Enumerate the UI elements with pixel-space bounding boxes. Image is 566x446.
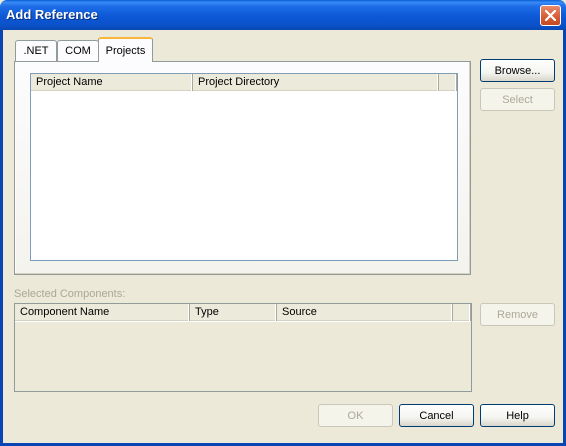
column-header-source[interactable]: Source — [277, 304, 453, 321]
projects-list[interactable]: Project Name Project Directory — [30, 73, 458, 261]
window-title: Add Reference — [6, 7, 98, 22]
help-button[interactable]: Help — [480, 404, 555, 427]
tab-label: Projects — [105, 44, 146, 57]
column-header-component-name[interactable]: Component Name — [15, 304, 190, 321]
column-header-filler — [453, 304, 471, 321]
select-button-label: Select — [502, 93, 533, 106]
tab-net[interactable]: .NET — [15, 40, 57, 61]
tab-panel-projects: Project Name Project Directory — [14, 61, 471, 275]
ok-button-label: OK — [347, 409, 364, 422]
help-button-label: Help — [506, 409, 529, 422]
cancel-button[interactable]: Cancel — [399, 404, 474, 427]
browse-button[interactable]: Browse... — [480, 59, 555, 82]
tab-projects[interactable]: Projects — [98, 37, 153, 62]
selected-components-label: Selected Components: — [14, 288, 126, 300]
browse-button-label: Browse... — [494, 64, 541, 77]
selected-components-list[interactable]: Component Name Type Source — [14, 303, 472, 392]
select-button[interactable]: Select — [480, 88, 555, 111]
column-header-project-name[interactable]: Project Name — [31, 74, 193, 91]
tab-com[interactable]: COM — [57, 40, 99, 61]
close-button[interactable] — [540, 5, 561, 26]
column-header-type[interactable]: Type — [190, 304, 277, 321]
selected-components-header: Component Name Type Source — [15, 304, 471, 321]
title-bar[interactable]: Add Reference — [0, 0, 566, 30]
ok-button[interactable]: OK — [318, 404, 393, 427]
cancel-button-label: Cancel — [419, 409, 454, 422]
column-header-project-directory[interactable]: Project Directory — [193, 74, 439, 91]
projects-list-header: Project Name Project Directory — [31, 74, 457, 91]
tab-label: .NET — [23, 45, 49, 57]
column-header-filler — [439, 74, 457, 91]
remove-button-label: Remove — [497, 308, 538, 321]
remove-button[interactable]: Remove — [480, 303, 555, 326]
close-icon — [545, 10, 556, 21]
tab-label: COM — [65, 45, 91, 57]
selected-components-body — [15, 322, 471, 391]
